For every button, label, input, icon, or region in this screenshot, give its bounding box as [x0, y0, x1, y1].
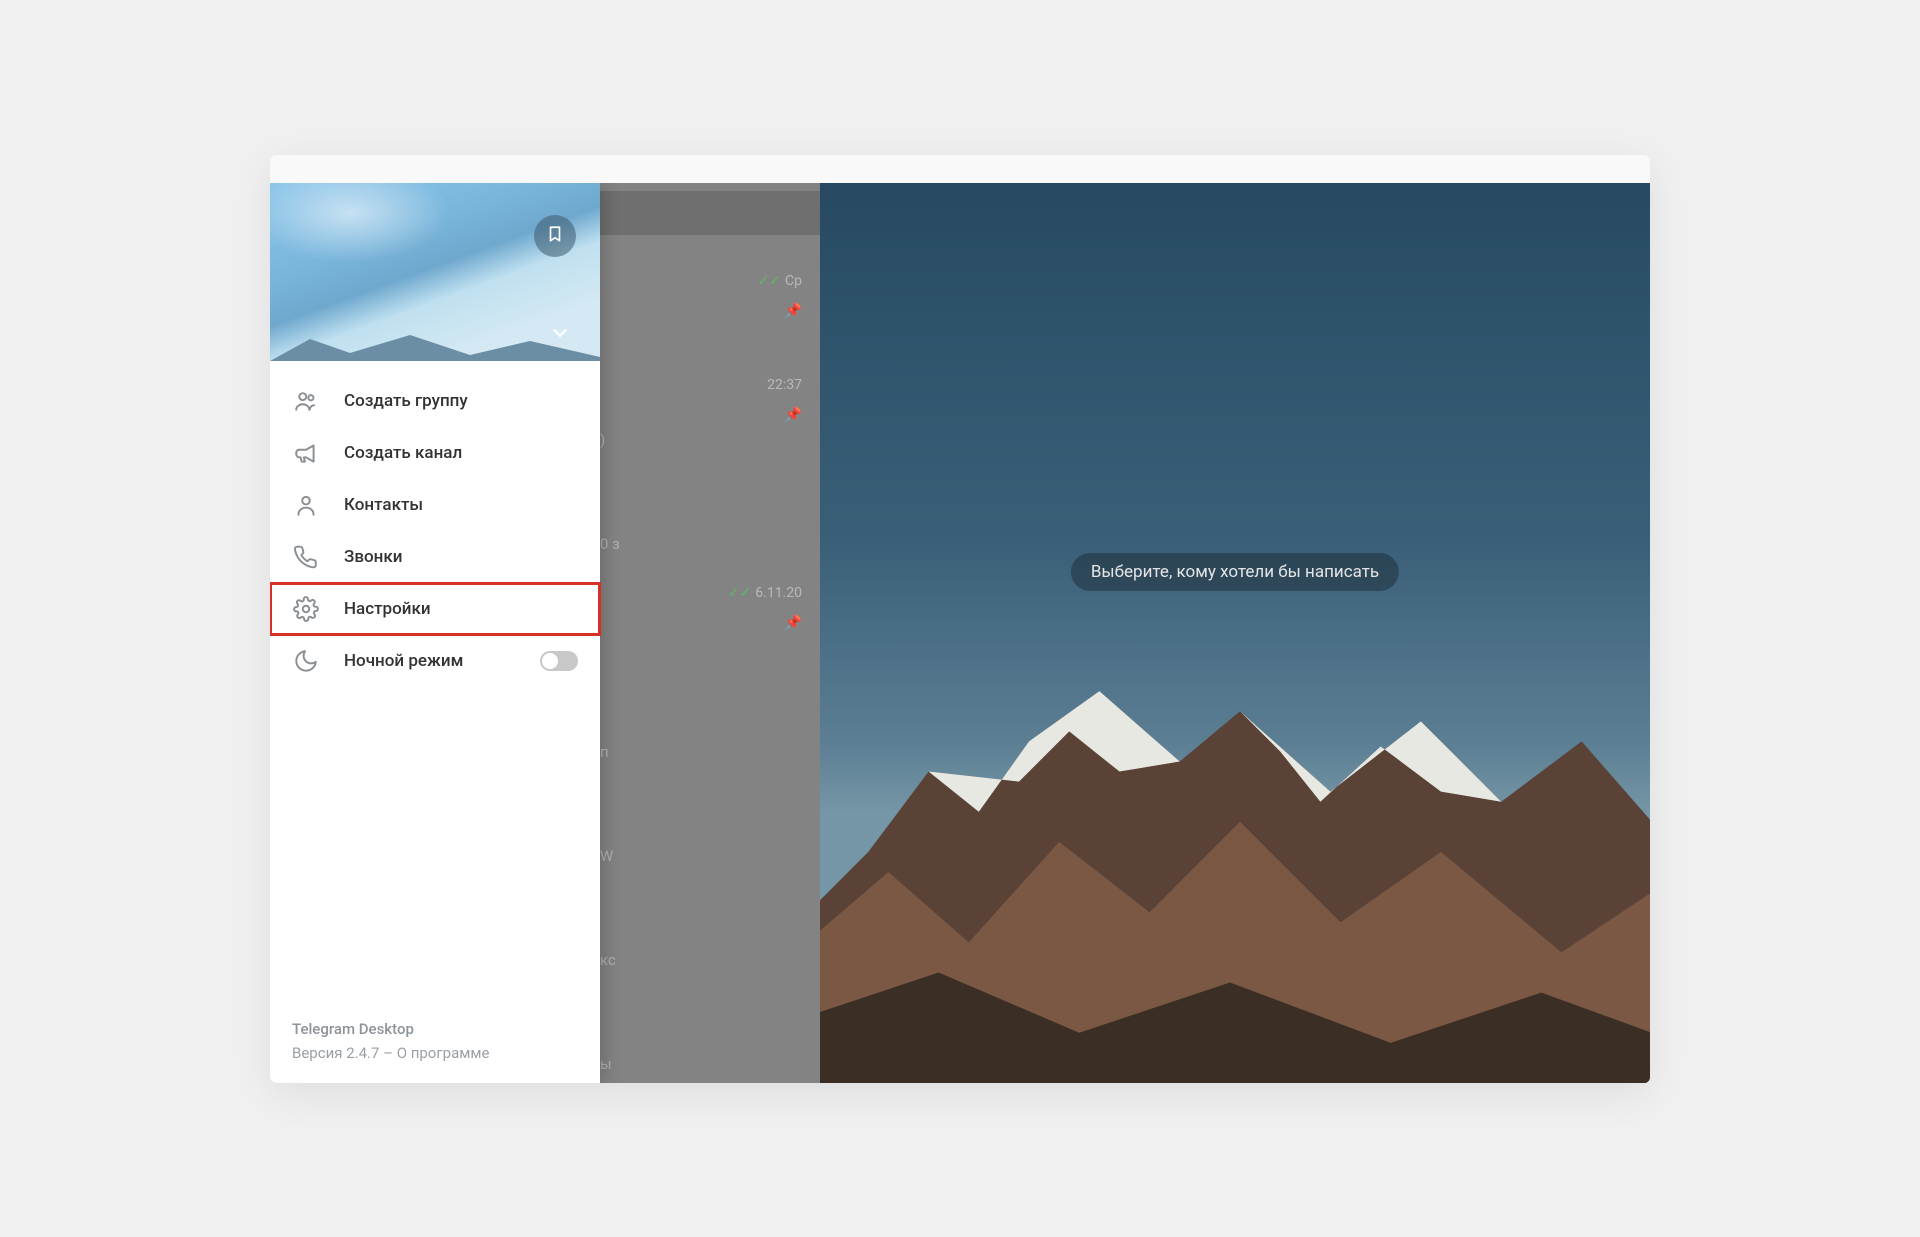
chat-row[interactable]: ✓✓Ср 📌 [600, 263, 806, 367]
chat-time: ✓✓6.11.20 [728, 585, 802, 601]
version-sep: – [379, 1044, 396, 1062]
chat-row[interactable]: ы [600, 991, 806, 1083]
chat-preview-fragment: ) [600, 431, 605, 449]
chat-list: ✓✓Ср 📌 22:37 📌) 0 з ✓✓6.11.20 📌 п Wкс ы [600, 263, 806, 1083]
group-icon [292, 387, 320, 415]
chat-time: 22:37 [767, 377, 802, 393]
menu-new-channel[interactable]: Создать канал [270, 427, 600, 479]
chat-preview-fragment: п [600, 743, 609, 761]
menu-label: Создать канал [344, 443, 462, 463]
empty-state-hint: Выберите, кому хотели бы написать [1071, 553, 1399, 591]
drawer-menu: Создать группу Создать канал Контакты [270, 361, 600, 1001]
hamburger-drawer: Создать группу Создать канал Контакты [270, 183, 600, 1083]
screenshot-card: ✓✓Ср 📌 22:37 📌) 0 з ✓✓6.11.20 📌 п Wкс ы [270, 155, 1650, 1083]
app-name-label: Telegram Desktop [292, 1017, 578, 1041]
pin-icon: 📌 [785, 615, 802, 631]
version-number: 2.4.7 [346, 1044, 379, 1062]
chat-row[interactable]: кс [600, 887, 806, 991]
chat-row[interactable]: ✓✓6.11.20 📌 [600, 575, 806, 679]
chat-preview-fragment: ы [600, 1055, 612, 1073]
person-icon [292, 491, 320, 519]
about-link[interactable]: О программе [397, 1044, 490, 1062]
version-line: Версия 2.4.7 – О программе [292, 1041, 578, 1065]
saved-messages-button[interactable] [534, 215, 576, 257]
read-checks-icon: ✓✓ [728, 585, 751, 601]
menu-night-mode[interactable]: Ночной режим [270, 635, 600, 687]
app-root: ✓✓Ср 📌 22:37 📌) 0 з ✓✓6.11.20 📌 п Wкс ы [270, 183, 1650, 1083]
chat-list-panel: ✓✓Ср 📌 22:37 📌) 0 з ✓✓6.11.20 📌 п Wкс ы [270, 183, 820, 1083]
version-prefix: Версия [292, 1044, 346, 1062]
menu-label: Ночной режим [344, 651, 463, 671]
moon-icon [292, 647, 320, 675]
menu-settings[interactable]: Настройки [270, 583, 600, 635]
pin-icon: 📌 [785, 303, 802, 319]
chat-preview-fragment: кс [600, 951, 616, 969]
night-mode-toggle[interactable] [540, 651, 578, 671]
window-titlebar [270, 155, 1650, 183]
chat-preview-fragment: 0 з [600, 535, 620, 553]
chat-time: ✓✓Ср [758, 273, 802, 289]
menu-calls[interactable]: Звонки [270, 531, 600, 583]
gear-icon [292, 595, 320, 623]
menu-label: Создать группу [344, 391, 468, 411]
wallpaper-mountain [820, 651, 1650, 1083]
menu-contacts[interactable]: Контакты [270, 479, 600, 531]
chat-main-panel: Выберите, кому хотели бы написать [820, 183, 1650, 1083]
menu-new-group[interactable]: Создать группу [270, 375, 600, 427]
chat-row[interactable]: п [600, 679, 806, 783]
read-checks-icon: ✓✓ [758, 273, 781, 289]
pin-icon: 📌 [785, 407, 802, 423]
chat-row[interactable]: 0 з [600, 471, 806, 575]
drawer-footer: Telegram Desktop Версия 2.4.7 – О програ… [270, 1001, 600, 1083]
megaphone-icon [292, 439, 320, 467]
search-bar[interactable] [600, 191, 820, 235]
chat-row[interactable]: W [600, 783, 806, 887]
phone-icon [292, 543, 320, 571]
menu-label: Звонки [344, 547, 402, 567]
chat-row[interactable]: 22:37 📌) [600, 367, 806, 471]
drawer-profile-header[interactable] [270, 183, 600, 361]
chat-preview-fragment: W [600, 847, 613, 865]
bookmark-icon [546, 225, 564, 247]
menu-label: Контакты [344, 495, 423, 515]
menu-label: Настройки [344, 599, 431, 619]
